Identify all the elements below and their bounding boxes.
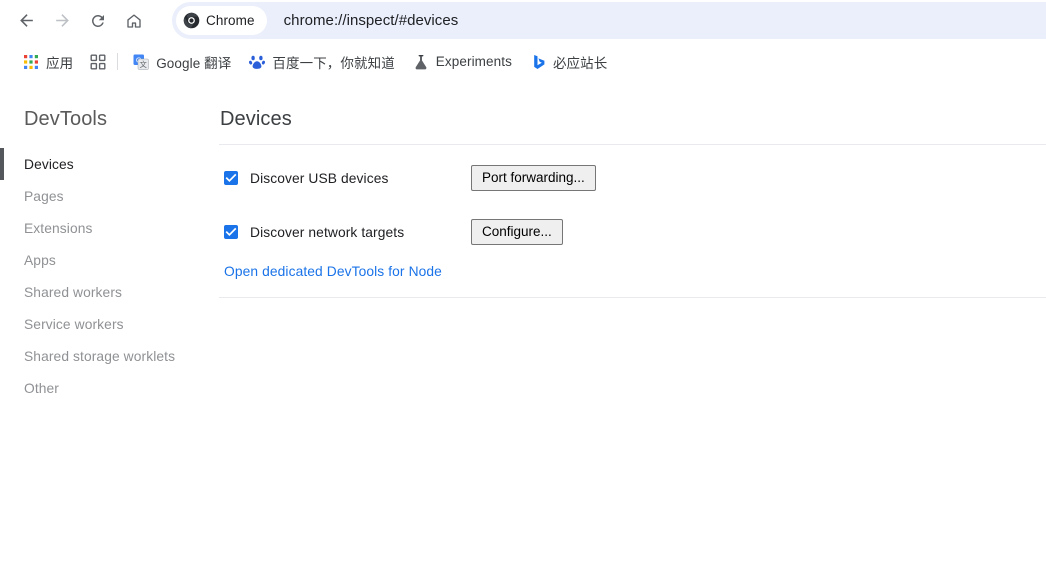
url-text: chrome://inspect/#devices — [283, 12, 459, 29]
discover-network-label: Discover network targets — [250, 224, 405, 240]
configure-button[interactable]: Configure... — [471, 219, 563, 245]
back-button[interactable] — [11, 6, 41, 36]
chrome-origin-chip[interactable]: Chrome — [176, 6, 267, 35]
sidebar-item-label: Shared storage worklets — [24, 348, 176, 364]
bing-icon — [534, 54, 545, 69]
reading-list-grid-icon — [90, 54, 106, 70]
sidebar: DevTools Devices Pages Extensions Apps S… — [0, 82, 215, 574]
browser-window: Chrome chrome://inspect/#devices 应用 文 Go… — [0, 0, 1046, 574]
divider-bottom — [219, 297, 1046, 298]
divider-top — [219, 144, 1046, 145]
sidebar-item-devices[interactable]: Devices — [0, 148, 215, 180]
sidebar-item-label: Shared workers — [24, 284, 123, 300]
sidebar-item-label: Devices — [24, 156, 74, 172]
home-button[interactable] — [119, 6, 149, 36]
page-title: Devices — [220, 108, 292, 130]
home-icon — [127, 13, 141, 28]
checkmark-icon — [225, 227, 237, 237]
sidebar-item-label: Service workers — [24, 316, 124, 332]
address-bar[interactable]: Chrome chrome://inspect/#devices — [172, 2, 1046, 39]
forward-button[interactable] — [47, 6, 77, 36]
sidebar-item-pages[interactable]: Pages — [0, 180, 215, 212]
reload-icon — [91, 14, 104, 27]
flask-icon — [415, 54, 427, 69]
bookmark-apps[interactable]: 应用 — [17, 49, 79, 75]
devtools-brand: DevTools — [24, 108, 108, 130]
chrome-origin-chip-label: Chrome — [206, 13, 255, 28]
bookmark-apps-label: 应用 — [46, 55, 74, 71]
discover-usb-label: Discover USB devices — [250, 170, 389, 186]
sidebar-item-label: Extensions — [24, 220, 93, 236]
bookmark-google-translate[interactable]: G 文 Google 翻译 — [127, 49, 237, 75]
sidebar-item-label: Apps — [24, 252, 56, 268]
bookmark-baidu-label: 百度一下，你就知道 — [272, 55, 395, 71]
bookmark-baidu[interactable]: 百度一下，你就知道 — [243, 49, 400, 75]
open-node-devtools-link[interactable]: Open dedicated DevTools for Node — [224, 264, 442, 279]
bookmarks-bar: 应用 G 文 Google 翻译 — [0, 41, 1046, 82]
apps-grid-icon — [24, 54, 38, 69]
inspect-page: DevTools Devices Pages Extensions Apps S… — [0, 82, 1046, 574]
sidebar-item-apps[interactable]: Apps — [0, 244, 215, 276]
sidebar-item-shared-workers[interactable]: Shared workers — [0, 276, 215, 308]
bookmark-experiments-label: Experiments — [435, 54, 512, 69]
baidu-icon — [249, 55, 266, 69]
sidebar-item-extensions[interactable]: Extensions — [0, 212, 215, 244]
port-forwarding-button[interactable]: Port forwarding... — [471, 165, 596, 191]
browser-toolbar: Chrome chrome://inspect/#devices — [0, 0, 1046, 41]
bookmark-reading-list[interactable] — [85, 49, 111, 75]
arrow-left-icon — [19, 14, 33, 27]
sidebar-item-other[interactable]: Other — [0, 372, 215, 404]
arrow-right-icon — [55, 14, 69, 27]
sidebar-item-label: Pages — [24, 188, 64, 204]
chrome-logo-icon — [183, 12, 200, 29]
sidebar-nav: Devices Pages Extensions Apps Shared wor… — [0, 148, 215, 404]
discover-network-checkbox[interactable] — [224, 225, 238, 239]
bookmark-experiments[interactable]: Experiments — [407, 49, 518, 75]
svg-text:文: 文 — [140, 60, 148, 69]
discover-usb-row: Discover USB devices Port forwarding... — [219, 164, 1046, 192]
checkmark-icon — [225, 173, 237, 183]
sidebar-item-label: Other — [24, 380, 60, 396]
bookmark-google-translate-label: Google 翻译 — [156, 55, 232, 71]
devices-panel: Devices Discover USB devices Port forwar… — [219, 82, 1046, 574]
discover-usb-checkbox[interactable] — [224, 171, 238, 185]
bookmark-bing-webmaster-label: 必应站长 — [552, 55, 608, 71]
sidebar-item-service-workers[interactable]: Service workers — [0, 308, 215, 340]
discover-usb-checkbox-group[interactable]: Discover USB devices — [219, 171, 471, 186]
discover-network-row: Discover network targets Configure... — [219, 218, 1046, 246]
google-translate-icon: G 文 — [133, 54, 149, 70]
reload-button[interactable] — [83, 6, 113, 36]
bookmark-bing-webmaster[interactable]: 必应站长 — [524, 49, 613, 75]
bookmarks-separator — [117, 53, 119, 70]
sidebar-item-shared-storage-worklets[interactable]: Shared storage worklets — [0, 340, 215, 372]
discover-network-checkbox-group[interactable]: Discover network targets — [219, 225, 471, 240]
